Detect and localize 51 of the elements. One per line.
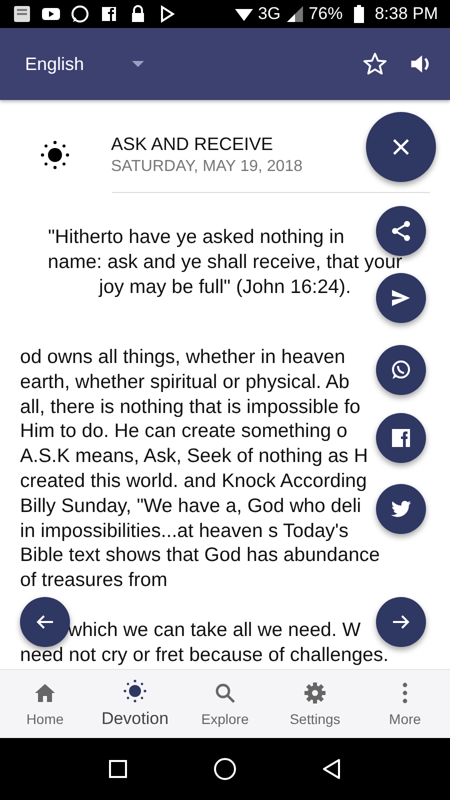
verse-line: "Hitherto have ye asked nothing in — [48, 225, 344, 250]
paragraph-line: in impossibilities...at heaven s Today's — [20, 518, 349, 544]
sun-icon — [39, 139, 71, 171]
caret-icon — [132, 61, 144, 67]
verse-line: name: ask and ye shall receive, that your — [48, 250, 402, 275]
home-icon — [33, 681, 57, 705]
paragraph-line: all, there is nothing that is impossible fo — [20, 394, 360, 420]
sun-icon — [123, 679, 147, 703]
clock: 8:38 PM — [374, 4, 438, 24]
whatsapp-button[interactable] — [376, 345, 426, 395]
signal-icon — [284, 4, 305, 24]
chat-bubble-icon — [389, 358, 413, 382]
devotion-date: SATURDAY, MAY 19, 2018 — [111, 158, 302, 176]
language-dropdown[interactable]: English — [25, 54, 144, 74]
paragraph-line: od owns all things, whether in heaven — [20, 345, 346, 370]
nav-tab[interactable]: More — [360, 670, 450, 738]
battery-icon — [352, 4, 365, 24]
paragraph-line: Bible text shows that God has abundance — [20, 543, 380, 568]
network-type: 3G — [258, 4, 281, 24]
paragraph-line: Him to do. He can create something o — [20, 419, 348, 444]
paragraph-line: A.S.K means, Ask, Seek of nothing as H — [20, 444, 368, 469]
battery-percent: 76% — [308, 4, 343, 24]
book-icon — [12, 4, 32, 24]
search-icon — [213, 681, 237, 705]
paragraph-line: created this world. and Knock According — [20, 468, 367, 494]
previous-button[interactable] — [20, 597, 70, 647]
paragraph-line: Billy Sunday, "We have a, God who deli — [20, 494, 362, 519]
nav-tab[interactable]: Settings — [270, 670, 360, 738]
share-icon — [389, 219, 413, 243]
nav-tab[interactable]: Explore — [180, 670, 270, 738]
home-button[interactable] — [212, 757, 237, 781]
star-icon[interactable] — [362, 51, 388, 77]
paragraph-line: which we can take all we need. W — [68, 618, 361, 643]
paragraph-line: need not cry or fret because of challenges. — [20, 642, 389, 668]
settings-icon — [303, 681, 327, 705]
chat-bubble-icon — [70, 4, 90, 24]
close-button[interactable] — [366, 112, 436, 182]
paragraph-line: of treasures from — [20, 568, 168, 593]
share-button[interactable] — [376, 206, 426, 256]
next-button[interactable] — [376, 597, 426, 647]
facebook-icon — [99, 4, 119, 24]
more-icon — [402, 682, 408, 704]
devotion-title: ASK AND RECEIVE — [111, 134, 274, 155]
twitter-button[interactable] — [376, 484, 426, 534]
nav-tab[interactable]: Devotion — [90, 670, 180, 738]
verse-line: joy may be full" (John 16:24). — [99, 275, 351, 300]
facebook-button[interactable] — [376, 413, 426, 463]
facebook-icon — [389, 426, 413, 450]
send-button[interactable] — [376, 273, 426, 323]
nav-tab[interactable]: Home — [0, 670, 90, 738]
paragraph-line: earth, whether spiritual or physical. Ab — [20, 370, 350, 395]
